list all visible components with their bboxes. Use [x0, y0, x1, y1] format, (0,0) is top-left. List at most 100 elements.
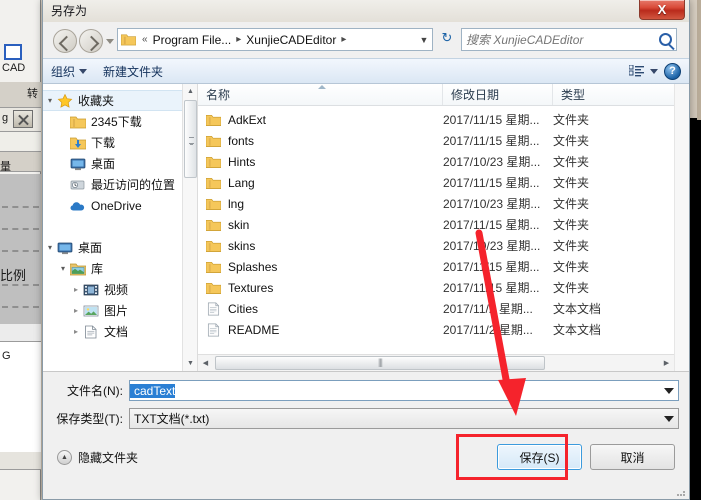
nav-item-11[interactable]: ▸ 文档	[43, 321, 197, 342]
file-date: 2017/11/15 星期...	[443, 260, 540, 274]
cad-grid-area	[0, 174, 41, 324]
folder-icon	[206, 135, 221, 147]
document-icon	[85, 325, 97, 338]
hide-folders-button[interactable]: ▲ 隐藏文件夹	[57, 449, 138, 466]
file-name: Lang	[228, 175, 255, 190]
resize-grip-icon[interactable]	[675, 486, 687, 498]
save-button[interactable]: 保存(S)	[497, 444, 582, 470]
scroll-down-icon[interactable]: ▼	[183, 356, 197, 371]
file-row[interactable]: Lang 2017/11/15 星期... 文件夹	[198, 172, 674, 193]
file-type: 文件夹	[553, 155, 590, 169]
filename-value[interactable]: cadText	[130, 383, 176, 398]
address-breadcrumb-box[interactable]: « Program File... ▸ XunjieCADEditor ▸ ▼	[117, 28, 433, 51]
back-button[interactable]	[53, 29, 77, 53]
filetype-select[interactable]: TXT文档(*.txt)	[129, 408, 679, 429]
nav-item-7[interactable]: ▾ 桌面	[43, 237, 197, 258]
nav-item-4[interactable]: 最近访问的位置	[43, 174, 197, 195]
nav-item-1[interactable]: 2345下载	[43, 111, 197, 132]
nav-scrollbar-thumb[interactable]	[184, 100, 197, 178]
filename-field[interactable]: cadText	[129, 380, 679, 401]
chevron-down-icon[interactable]	[664, 416, 674, 422]
breadcrumb-separator-1[interactable]: ▸	[233, 34, 244, 45]
cad-label-zhuan: 转	[27, 88, 38, 100]
file-row[interactable]: AdkExt 2017/11/15 星期... 文件夹	[198, 109, 674, 130]
file-type: 文件夹	[553, 197, 590, 211]
file-row[interactable]: fonts 2017/11/15 星期... 文件夹	[198, 130, 674, 151]
file-type: 文件夹	[553, 113, 590, 127]
cancel-button[interactable]: 取消	[590, 444, 675, 470]
cad-close-button[interactable]	[13, 110, 33, 128]
file-name-cell: Textures	[198, 281, 443, 295]
twisty-collapsed-icon[interactable]: ▸	[69, 285, 83, 294]
cad-label-bili: 比例	[0, 268, 27, 283]
file-date: 2017/10/23 星期...	[443, 197, 541, 211]
nav-scrollbar[interactable]: ▲ ▼	[182, 84, 197, 371]
file-list-pane: 名称 修改日期 类型 AdkExt 2017/11/15 星期... 文件夹 font…	[198, 84, 674, 371]
file-name-cell: lng	[198, 197, 443, 211]
text-file-icon	[207, 323, 220, 336]
chevron-up-circle-icon: ▲	[57, 449, 72, 465]
new-folder-button[interactable]: 新建文件夹	[95, 63, 171, 80]
file-row[interactable]: skins 2017/10/23 星期... 文件夹	[198, 235, 674, 256]
cad-section-e	[0, 324, 41, 342]
desktop-icon	[70, 158, 86, 170]
desktop-icon	[57, 242, 73, 254]
chevron-down-icon[interactable]	[664, 388, 674, 394]
nav-item-10[interactable]: ▸ 图片	[43, 300, 197, 321]
horizontal-scrollbar[interactable]: ◀ ▶	[198, 354, 674, 371]
breadcrumb-item-1[interactable]: Program File...	[151, 33, 234, 47]
nav-item-2[interactable]: 下载	[43, 132, 197, 153]
help-icon[interactable]: ?	[664, 62, 681, 80]
file-row[interactable]: Hints 2017/10/23 星期... 文件夹	[198, 151, 674, 172]
nav-item-label: 下载	[91, 136, 116, 150]
close-button[interactable]: X	[639, 0, 685, 20]
forward-button[interactable]	[79, 29, 103, 53]
scroll-up-icon[interactable]: ▲	[183, 84, 197, 99]
library-icon	[70, 263, 86, 275]
breadcrumb-separator-2[interactable]: ▸	[338, 34, 349, 45]
nav-item-label: 库	[91, 262, 104, 276]
twisty-expanded-icon[interactable]: ▾	[43, 96, 57, 105]
list-scrollbar-gutter[interactable]	[674, 84, 689, 371]
filetype-value: TXT文档(*.txt)	[134, 412, 210, 426]
chevron-down-icon[interactable]: ▼	[416, 35, 432, 45]
column-header-date[interactable]: 修改日期	[443, 84, 553, 105]
file-date: 2017/11/15 星期...	[443, 134, 540, 148]
scroll-left-icon[interactable]: ◀	[198, 359, 213, 367]
column-headers: 名称 修改日期 类型	[198, 84, 674, 106]
nav-item-8[interactable]: ▾ 库	[43, 258, 197, 279]
recent-locations-dropdown-icon[interactable]	[106, 39, 114, 44]
list-view-icon[interactable]	[629, 64, 644, 78]
twisty-collapsed-icon[interactable]: ▸	[69, 306, 83, 315]
twisty-expanded-icon[interactable]: ▾	[43, 243, 57, 252]
file-name: README	[228, 322, 280, 337]
text-file-icon	[207, 302, 220, 315]
search-box[interactable]	[461, 28, 677, 51]
horizontal-scrollbar-track[interactable]	[213, 355, 659, 371]
column-header-type[interactable]: 类型	[553, 84, 674, 105]
twisty-expanded-icon[interactable]: ▾	[56, 264, 70, 273]
scroll-right-icon[interactable]: ▶	[659, 359, 674, 367]
nav-item-0[interactable]: ▾ 收藏夹	[43, 90, 197, 111]
organize-button[interactable]: 组织	[43, 63, 95, 80]
twisty-collapsed-icon[interactable]: ▸	[69, 327, 83, 336]
refresh-icon[interactable]: ↻	[437, 30, 457, 49]
file-type: 文件夹	[553, 239, 590, 253]
horizontal-scrollbar-thumb[interactable]	[215, 355, 545, 370]
file-row[interactable]: README 2017/11/2 星期... 文本文档	[198, 319, 674, 340]
cad-app-panel: CAD 转 g 量 比例 G	[0, 0, 41, 500]
nav-item-9[interactable]: ▸ 视频	[43, 279, 197, 300]
search-input[interactable]	[466, 32, 659, 47]
file-date: 2017/11/15 星期...	[443, 176, 540, 190]
breadcrumb-item-2[interactable]: XunjieCADEditor	[244, 33, 338, 47]
file-row[interactable]: Cities 2017/11/2 星期... 文本文档	[198, 298, 674, 319]
file-row[interactable]: Textures 2017/11/15 星期... 文件夹	[198, 277, 674, 298]
file-name: Textures	[228, 280, 274, 295]
file-date: 2017/11/15 星期...	[443, 281, 540, 295]
nav-item-5[interactable]: OneDrive	[43, 195, 197, 216]
file-row[interactable]: lng 2017/10/23 星期... 文件夹	[198, 193, 674, 214]
nav-item-3[interactable]: 桌面	[43, 153, 197, 174]
file-row[interactable]: skin 2017/11/15 星期... 文件夹	[198, 214, 674, 235]
chevron-down-icon[interactable]	[650, 68, 658, 74]
file-row[interactable]: Splashes 2017/11/15 星期... 文件夹	[198, 256, 674, 277]
